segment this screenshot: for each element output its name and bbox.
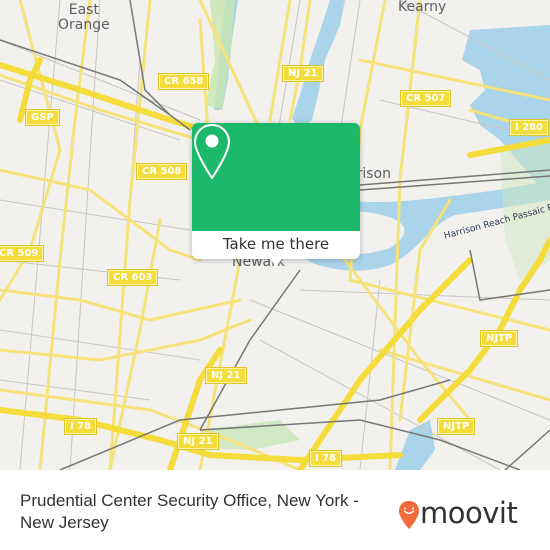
moovit-pin-icon <box>399 501 419 529</box>
route-shield-cr603: CR 603 <box>106 269 159 286</box>
place-label-text: East Orange <box>58 2 110 33</box>
shield-text: CR 658 <box>164 76 204 87</box>
moovit-logo[interactable]: moovit <box>398 494 538 534</box>
route-shield-cr507: CR 507 <box>399 90 452 107</box>
route-shield-njtp: NJTP <box>479 330 519 347</box>
route-shield-cr508: CR 508 <box>135 163 188 180</box>
footer: Prudential Center Security Office, New Y… <box>0 490 550 550</box>
shield-text: I 280 <box>515 122 544 133</box>
shield-text: CR 509 <box>0 248 39 259</box>
place-label-kearny: Kearny <box>398 0 446 15</box>
route-shield-nj21: NJ 21 <box>282 65 324 82</box>
route-shield-i280: I 280 <box>508 119 550 136</box>
shield-text: NJ 21 <box>211 370 241 381</box>
shield-text: CR 507 <box>406 93 446 104</box>
shield-text: NJTP <box>443 421 470 432</box>
route-shield-nj21: NJ 21 <box>177 433 219 450</box>
place-title: Prudential Center Security Office, New Y… <box>20 491 359 532</box>
map-pin-icon <box>193 123 231 180</box>
shield-text: NJ 21 <box>288 68 318 79</box>
shield-text: I 78 <box>315 453 337 464</box>
route-shield-i78: I 78 <box>308 450 343 467</box>
destination-popup: Take me there <box>192 123 360 266</box>
place-label-text: Kearny <box>398 0 447 15</box>
route-shield-njtp: NJTP <box>436 418 476 435</box>
shield-text: CR 603 <box>113 272 153 283</box>
route-shield-cr509: CR 509 <box>0 245 45 262</box>
take-me-there-button[interactable]: Take me there <box>192 231 360 259</box>
route-shield-i78: I 78 <box>63 418 98 435</box>
popup-tail <box>268 257 284 266</box>
shield-text: GSP <box>31 112 54 123</box>
shield-text: NJTP <box>486 333 513 344</box>
shield-text: NJ 21 <box>183 436 213 447</box>
port-water <box>395 420 435 470</box>
shield-text: CR 508 <box>142 166 182 177</box>
route-shield-nj21: NJ 21 <box>205 367 247 384</box>
place-label-east-orange: East Orange <box>58 3 110 33</box>
popup-header <box>192 123 360 231</box>
map[interactable]: East Orange Kearny Harrison Newark CR 65… <box>0 0 550 470</box>
shield-text: I 78 <box>70 421 92 432</box>
route-shield-cr658: CR 658 <box>157 73 210 90</box>
moovit-wordmark: moovit <box>420 496 518 530</box>
route-shield-gsp: GSP <box>25 109 60 126</box>
